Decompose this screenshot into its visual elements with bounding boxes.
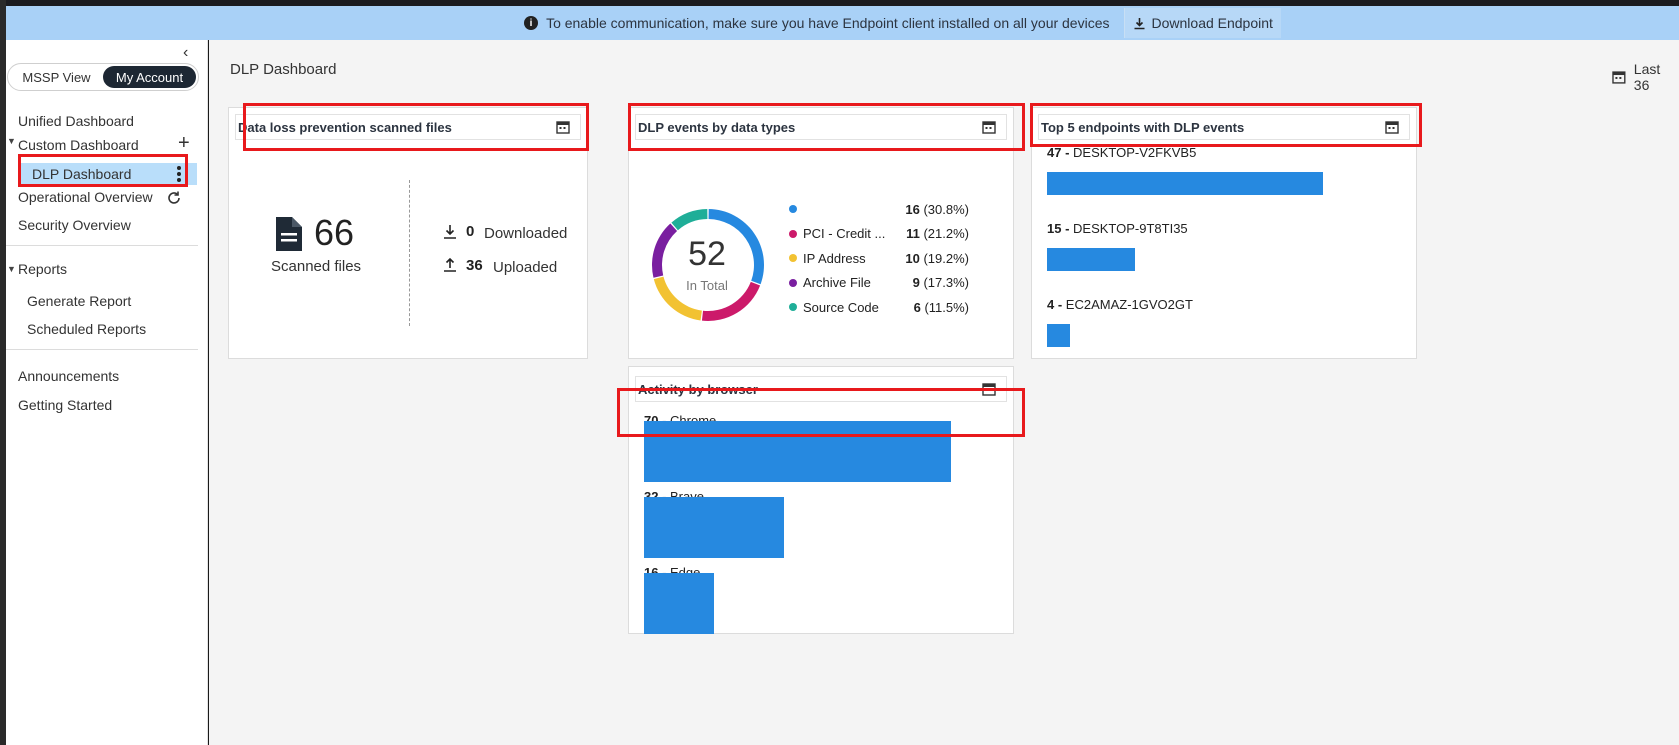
bar-label: 4 - EC2AMAZ-1GVO2GT xyxy=(1047,297,1193,312)
sidebar-item-getting-started[interactable]: Getting Started xyxy=(18,397,112,413)
sidebar-item-generate-report[interactable]: Generate Report xyxy=(27,293,131,309)
sidebar-item-announcements[interactable]: Announcements xyxy=(18,368,119,384)
highlight-scanned-files-title xyxy=(243,103,589,151)
sidebar-item-unified-dashboard[interactable]: Unified Dashboard xyxy=(18,113,134,129)
file-icon xyxy=(276,217,302,251)
legend-item[interactable]: PCI - Credit ... 11 (21.2%) xyxy=(789,225,969,243)
endpoint-banner: i To enable communication, make sure you… xyxy=(6,6,1679,40)
calendar-icon xyxy=(1612,71,1626,84)
bar-label: 47 - DESKTOP-V2FKVB5 xyxy=(1047,145,1197,160)
donut-center-value: 52 xyxy=(688,235,726,273)
bar[interactable] xyxy=(1047,248,1136,271)
card-divider xyxy=(409,180,410,326)
legend-label: Source Code xyxy=(803,299,879,315)
add-dashboard-icon[interactable]: + xyxy=(178,132,190,155)
info-icon: i xyxy=(524,16,539,30)
donut-slice[interactable] xyxy=(671,209,708,231)
download-endpoint-button[interactable]: Download Endpoint xyxy=(1123,8,1281,38)
legend-dot xyxy=(789,254,797,262)
sidebar-item-scheduled-reports[interactable]: Scheduled Reports xyxy=(27,321,146,337)
scanned-files-count: 66 xyxy=(314,212,355,253)
bar[interactable] xyxy=(1047,172,1323,195)
legend-dot xyxy=(789,205,797,213)
collapse-sidebar-icon[interactable]: ‹ xyxy=(183,44,188,62)
bar[interactable] xyxy=(644,573,715,634)
uploaded-label: Uploaded xyxy=(493,259,558,276)
legend-value: 10 (19.2%) xyxy=(905,250,969,266)
refresh-icon[interactable] xyxy=(166,190,182,206)
page-title: DLP Dashboard xyxy=(230,61,337,78)
sidebar-item-security-overview[interactable]: Security Overview xyxy=(18,217,131,233)
sidebar-item-reports[interactable]: Reports xyxy=(18,261,67,277)
donut-slice[interactable] xyxy=(652,223,678,278)
mssp-view-toggle[interactable]: MSSP View xyxy=(10,66,103,88)
sidebar: ‹ MSSP View My Account Unified Dashboard… xyxy=(6,40,208,745)
downloaded-label: Downloaded xyxy=(484,225,568,242)
legend-item[interactable]: 16 (30.8%) xyxy=(789,200,969,218)
sidebar-divider xyxy=(6,245,198,246)
upload-icon xyxy=(444,257,456,272)
legend-dot xyxy=(789,278,797,287)
download-icon xyxy=(444,225,456,239)
download-endpoint-label: Download Endpoint xyxy=(1151,15,1273,31)
legend-value: 9 (17.3%) xyxy=(912,275,969,290)
legend-value: 6 (11.5%) xyxy=(913,299,969,315)
legend-label: Archive File xyxy=(803,275,871,290)
legend-item[interactable]: Source Code 6 (11.5%) xyxy=(789,298,969,316)
banner-message: To enable communication, make sure you h… xyxy=(546,15,1110,31)
legend-dot xyxy=(789,303,797,311)
date-range-picker[interactable]: Last 36 xyxy=(1612,61,1679,93)
downloaded-count: 0 xyxy=(466,223,475,240)
legend-value: 16 (30.8%) xyxy=(905,201,969,217)
bar[interactable] xyxy=(644,497,785,558)
bar-label: 15 - DESKTOP-9T8TI35 xyxy=(1047,221,1188,236)
reports-caret-icon[interactable]: ▼ xyxy=(7,264,16,274)
legend-label: PCI - Credit ... xyxy=(803,226,886,241)
uploaded-count: 36 xyxy=(466,257,483,274)
date-range-label: Last 36 xyxy=(1633,61,1661,93)
legend-value: 11 (21.2%) xyxy=(906,226,969,241)
legend-item[interactable]: Archive File 9 (17.3%) xyxy=(789,274,969,292)
bar[interactable] xyxy=(1047,324,1071,347)
scanned-files-label: Scanned files xyxy=(271,258,362,275)
sidebar-divider xyxy=(6,349,198,350)
highlight-activity-browser-title xyxy=(617,388,1025,437)
my-account-toggle[interactable]: My Account xyxy=(103,66,196,88)
custom-dashboard-caret-icon[interactable]: ▼ xyxy=(7,136,16,146)
legend-dot xyxy=(789,229,797,238)
download-icon xyxy=(1134,17,1144,29)
legend-label: IP Address xyxy=(803,250,866,266)
legend-item[interactable]: IP Address 10 (19.2%) xyxy=(789,249,969,267)
donut-center-label: In Total xyxy=(686,278,728,293)
view-toggle: MSSP View My Account xyxy=(7,63,199,91)
sidebar-item-operational-overview[interactable]: Operational Overview xyxy=(18,189,153,205)
highlight-dlp-events-title xyxy=(628,103,1025,151)
highlight-top-endpoints-title xyxy=(1030,103,1422,147)
main-content: DLP Dashboard Last 36 Data loss preventi… xyxy=(209,40,1679,745)
highlight-dlp-dashboard xyxy=(18,154,188,187)
sidebar-item-custom-dashboard[interactable]: Custom Dashboard xyxy=(18,137,139,153)
